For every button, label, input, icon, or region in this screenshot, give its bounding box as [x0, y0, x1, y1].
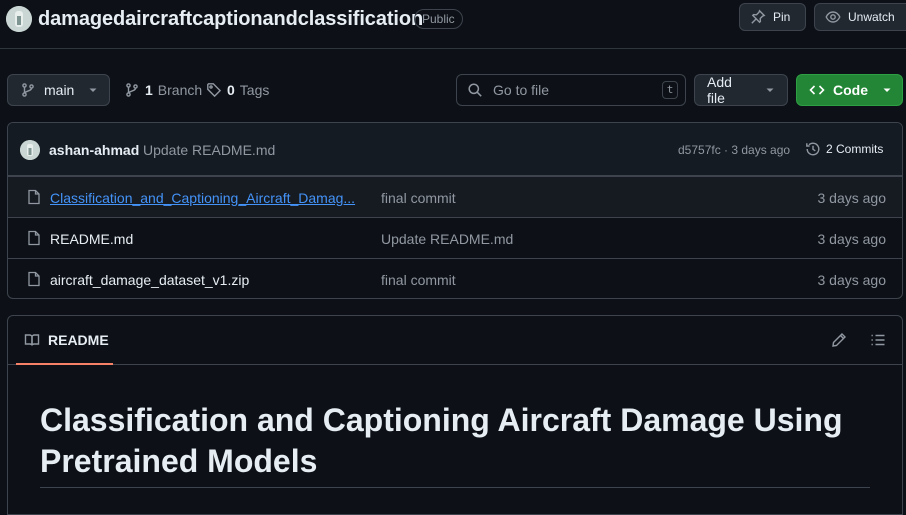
file-name[interactable]: aircraft_damage_dataset_v1.zip	[50, 272, 249, 288]
file-commit-message[interactable]: final commit	[381, 190, 456, 206]
search-shortcut-key: t	[662, 81, 678, 99]
readme-panel: README Classification and Captioning Air…	[7, 315, 903, 515]
file-commit-message[interactable]: final commit	[381, 272, 456, 288]
file-date: 3 days ago	[817, 272, 887, 288]
visibility-badge: Public	[414, 9, 463, 29]
file-row[interactable]: Classification_and_Captioning_Aircraft_D…	[8, 176, 902, 217]
file-row[interactable]: aircraft_damage_dataset_v1.zip final com…	[8, 258, 902, 298]
file-icon	[26, 271, 42, 287]
commit-message[interactable]: Update README.md	[143, 142, 275, 158]
readme-heading: Classification and Captioning Aircraft D…	[40, 402, 843, 479]
latest-commit-bar: ashan-ahmad Update README.md d5757fc · 3…	[8, 123, 902, 176]
file-date: 3 days ago	[817, 190, 887, 206]
file-icon	[26, 189, 42, 205]
history-icon	[805, 141, 821, 157]
branch-name: main	[44, 82, 75, 98]
book-icon	[24, 332, 40, 348]
readme-tab-bar: README	[8, 316, 902, 365]
code-label: Code	[833, 82, 868, 98]
chevron-down-icon	[765, 85, 775, 95]
header-divider	[0, 48, 906, 49]
commit-hash-age[interactable]: d5757fc · 3 days ago	[678, 143, 790, 157]
file-name[interactable]: Classification_and_Captioning_Aircraft_D…	[50, 190, 355, 206]
tag-icon	[206, 82, 222, 98]
branch-word: Branch	[157, 82, 203, 98]
unwatch-button[interactable]: Unwatch	[814, 3, 906, 31]
tag-count: 0	[227, 82, 235, 98]
repo-owner-avatar[interactable]	[6, 6, 32, 32]
branches-link[interactable]: 1 Branch	[124, 82, 202, 98]
file-icon	[26, 230, 42, 246]
git-branch-icon	[124, 82, 140, 98]
author-avatar[interactable]	[20, 140, 40, 160]
eye-icon	[825, 9, 841, 25]
pin-button[interactable]: Pin	[739, 3, 806, 31]
file-browser: ashan-ahmad Update README.md d5757fc · 3…	[7, 122, 903, 299]
commits-link[interactable]: 2 Commits	[805, 141, 883, 157]
file-date: 3 days ago	[817, 231, 887, 247]
pin-label: Pin	[773, 10, 791, 24]
branch-selector[interactable]: main	[7, 74, 110, 106]
tag-word: Tags	[239, 82, 270, 98]
tags-link[interactable]: 0 Tags	[206, 82, 269, 98]
file-commit-message[interactable]: Update README.md	[381, 231, 513, 247]
commits-label: 2 Commits	[826, 142, 884, 156]
readme-tab-label: README	[48, 331, 109, 348]
add-file-button[interactable]: Add file	[694, 74, 788, 106]
chevron-down-icon	[88, 85, 98, 95]
file-name[interactable]: README.md	[50, 231, 133, 247]
repo-name[interactable]: damagedaircraftcaptionandclassification	[38, 8, 423, 31]
file-row[interactable]: README.md Update README.md 3 days ago	[8, 217, 902, 258]
search-placeholder: Go to file	[493, 82, 550, 98]
add-file-label: Add file	[707, 74, 732, 106]
unwatch-label: Unwatch	[848, 10, 895, 24]
search-icon	[467, 82, 483, 98]
code-button[interactable]: Code	[796, 74, 903, 106]
pin-icon	[750, 9, 766, 25]
heading-divider	[40, 487, 870, 488]
outline-list-icon[interactable]	[870, 332, 886, 348]
code-icon	[809, 82, 825, 98]
tab-readme[interactable]: README	[16, 316, 113, 365]
go-to-file-search[interactable]: Go to file t	[456, 74, 686, 106]
git-branch-icon	[20, 82, 36, 98]
commit-author[interactable]: ashan-ahmad	[49, 142, 139, 158]
pencil-icon[interactable]	[831, 332, 847, 348]
branch-count: 1	[145, 82, 153, 98]
chevron-down-icon	[882, 85, 892, 95]
